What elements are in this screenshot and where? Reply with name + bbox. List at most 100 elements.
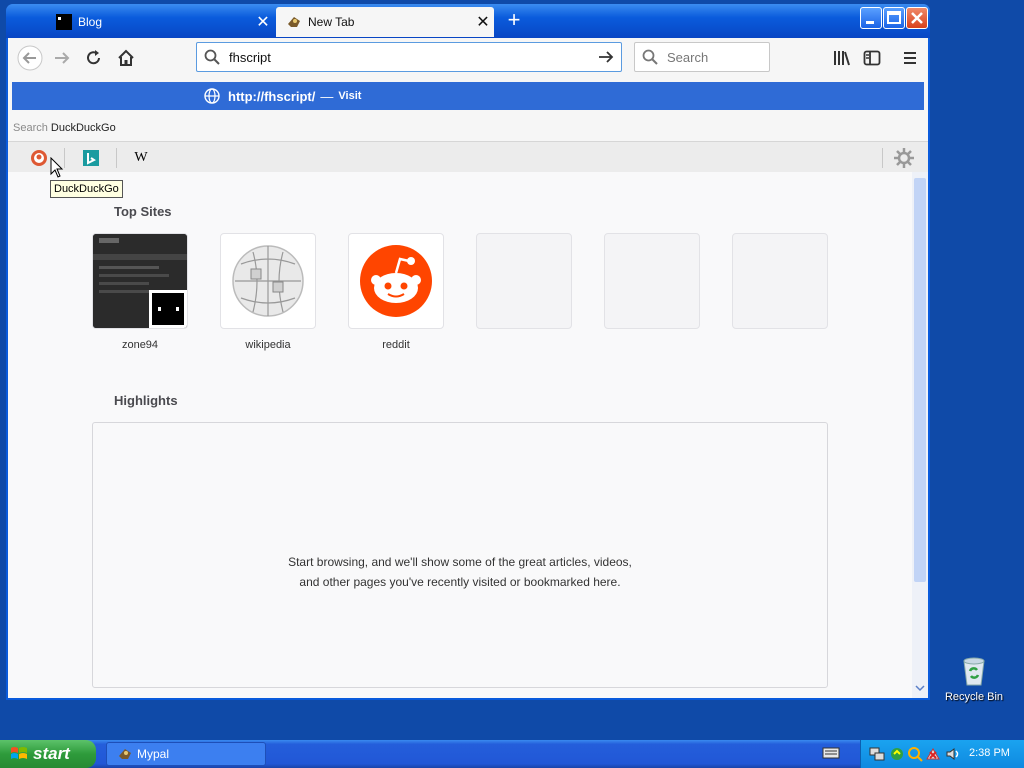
start-button[interactable]: start bbox=[0, 740, 96, 768]
wikipedia-icon: W bbox=[134, 150, 148, 165]
library-icon bbox=[834, 51, 850, 66]
home-button[interactable] bbox=[112, 44, 140, 72]
url-autocomplete-popup: http://fhscript/ — Visit Search DuckDuck… bbox=[8, 78, 928, 174]
duckduckgo-icon bbox=[31, 150, 47, 166]
site-thumbnail bbox=[92, 233, 188, 329]
minimize-button[interactable] bbox=[860, 7, 882, 29]
recycle-bin-icon bbox=[963, 657, 985, 686]
url-input[interactable] bbox=[229, 47, 589, 67]
start-label: start bbox=[33, 744, 70, 763]
site-label: wikipedia bbox=[245, 339, 291, 351]
taskbar-item-label: Mypal bbox=[137, 747, 170, 761]
divider bbox=[116, 148, 117, 168]
top-site-empty bbox=[476, 233, 572, 339]
volume-icon[interactable] bbox=[945, 746, 961, 762]
search-icon bbox=[642, 49, 658, 65]
tab-title: Blog bbox=[78, 15, 103, 29]
autocomplete-visit-row[interactable]: http://fhscript/ — Visit bbox=[12, 82, 924, 110]
site-placeholder bbox=[604, 233, 700, 329]
search-with-engine: DuckDuckGo bbox=[50, 122, 116, 134]
scrollbar[interactable] bbox=[912, 172, 928, 698]
reddit-icon bbox=[360, 245, 432, 317]
taskbar: start Mypal 2:38 PM bbox=[0, 740, 1024, 768]
menu-button[interactable] bbox=[896, 44, 924, 72]
search-with-label: Search DuckDuckGo bbox=[13, 122, 116, 134]
keyboard-icon[interactable] bbox=[822, 746, 840, 760]
divider bbox=[64, 148, 65, 168]
security-alert-icon[interactable] bbox=[925, 746, 941, 762]
separator: — bbox=[320, 88, 334, 104]
close-icon bbox=[911, 12, 923, 24]
recycle-bin[interactable]: Recycle Bin bbox=[942, 655, 1006, 703]
gear-icon[interactable] bbox=[892, 146, 916, 170]
reload-button[interactable] bbox=[80, 44, 108, 72]
forward-button[interactable] bbox=[48, 44, 76, 72]
new-tab-button[interactable]: + bbox=[502, 9, 526, 33]
search-with-prefix: Search bbox=[13, 122, 48, 134]
tooltip: DuckDuckGo bbox=[50, 180, 123, 198]
site-placeholder bbox=[732, 233, 828, 329]
tab-title: New Tab bbox=[308, 15, 355, 29]
taskbar-item-mypal[interactable]: Mypal bbox=[106, 742, 266, 766]
go-arrow-icon[interactable] bbox=[597, 49, 615, 65]
search-input[interactable] bbox=[667, 47, 763, 67]
site-thumbnail bbox=[220, 233, 316, 329]
top-sites-heading: Top Sites bbox=[114, 204, 172, 219]
one-off-search-engines: W bbox=[8, 141, 928, 174]
tab-strip: Blog ✕ New Tab ✕ + bbox=[6, 4, 930, 38]
clock: 2:38 PM bbox=[969, 747, 1010, 759]
top-site-empty bbox=[732, 233, 828, 339]
zone94-favicon-icon bbox=[149, 290, 187, 328]
globe-icon bbox=[204, 88, 220, 104]
windows-flag-icon bbox=[11, 747, 27, 759]
close-window-button[interactable] bbox=[906, 7, 928, 29]
top-site-reddit[interactable]: reddit bbox=[348, 233, 444, 351]
wikipedia-globe-icon bbox=[232, 245, 304, 317]
site-label: zone94 bbox=[121, 339, 159, 351]
site-thumbnail bbox=[348, 233, 444, 329]
search-tray-icon[interactable] bbox=[907, 746, 923, 762]
suggested-url: http://fhscript/ bbox=[228, 88, 316, 104]
top-site-zone94[interactable]: zone94 bbox=[92, 233, 188, 351]
network-icon[interactable] bbox=[869, 746, 885, 762]
highlights-message: Start browsing, and we'll show some of t… bbox=[288, 555, 632, 589]
search-icon bbox=[204, 49, 220, 65]
hamburger-menu-icon bbox=[904, 52, 916, 64]
forward-arrow-icon bbox=[55, 52, 70, 64]
library-button[interactable] bbox=[828, 44, 856, 72]
home-icon bbox=[118, 49, 134, 66]
blog-favicon-icon bbox=[56, 14, 72, 30]
nav-toolbar bbox=[8, 38, 928, 78]
minimize-icon bbox=[866, 21, 874, 24]
highlights-empty-state: Start browsing, and we'll show some of t… bbox=[92, 422, 828, 688]
top-site-empty bbox=[604, 233, 700, 339]
engine-wikipedia-button[interactable]: W bbox=[128, 146, 154, 170]
bing-icon bbox=[83, 150, 99, 166]
sidebar-toggle-button[interactable] bbox=[858, 44, 886, 72]
tab-new-tab[interactable]: New Tab ✕ bbox=[276, 7, 494, 37]
maximize-button[interactable] bbox=[883, 7, 905, 29]
browser-window: Blog ✕ New Tab ✕ + fhscript Search http:… bbox=[6, 4, 930, 700]
top-site-wikipedia[interactable]: wikipedia bbox=[220, 233, 316, 351]
mypal-favicon-icon bbox=[288, 17, 300, 27]
system-tray: 2:38 PM bbox=[860, 740, 1024, 768]
tab-close-icon[interactable]: ✕ bbox=[472, 12, 494, 32]
mouse-cursor-icon bbox=[50, 157, 64, 178]
tab-close-icon[interactable]: ✕ bbox=[252, 12, 274, 32]
engine-duckduckgo-button[interactable] bbox=[26, 146, 52, 170]
back-arrow-icon bbox=[17, 45, 43, 71]
back-button[interactable] bbox=[16, 44, 44, 72]
highlights-heading: Highlights bbox=[114, 393, 178, 408]
new-tab-page: Top Sites zone94 wikipedia reddit Highli… bbox=[8, 172, 912, 698]
url-bar[interactable] bbox=[196, 42, 622, 72]
site-placeholder bbox=[476, 233, 572, 329]
engine-bing-button[interactable] bbox=[78, 146, 104, 170]
tab-blog[interactable]: Blog ✕ bbox=[46, 7, 274, 37]
divider bbox=[882, 148, 883, 168]
update-icon[interactable] bbox=[889, 746, 905, 762]
scrollbar-thumb[interactable] bbox=[914, 178, 926, 582]
search-bar[interactable] bbox=[634, 42, 770, 72]
chevron-down-icon[interactable] bbox=[915, 684, 925, 692]
visit-label: Visit bbox=[338, 90, 362, 102]
maximize-icon bbox=[887, 11, 901, 24]
